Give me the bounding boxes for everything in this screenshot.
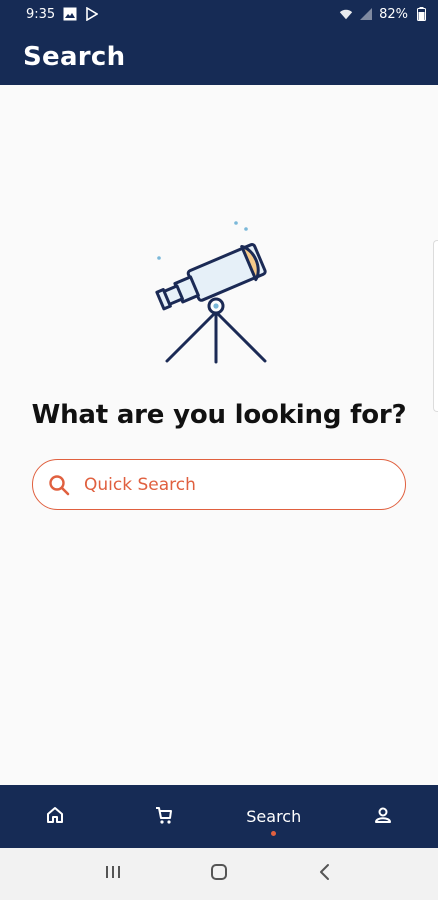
search-input[interactable]	[84, 474, 364, 495]
search-icon	[48, 474, 70, 496]
play-store-icon	[85, 7, 99, 21]
cart-icon	[154, 805, 174, 829]
gallery-icon	[63, 7, 77, 21]
active-indicator	[271, 831, 277, 836]
app-bar: Search	[0, 28, 438, 85]
search-screen	[0, 85, 438, 785]
nav-search-label: Search	[246, 807, 302, 826]
bottom-nav: Search	[0, 785, 438, 848]
recents-icon	[104, 864, 122, 884]
home-button[interactable]	[199, 854, 239, 894]
nav-cart[interactable]	[110, 785, 220, 848]
status-bar: 9:35 82%	[0, 0, 438, 28]
recents-button[interactable]	[93, 854, 133, 894]
battery-icon	[414, 7, 428, 21]
wifi-icon	[339, 7, 353, 21]
home-circle-icon	[210, 863, 228, 885]
back-button[interactable]	[305, 854, 345, 894]
account-icon	[373, 805, 393, 829]
system-navigation-bar	[0, 848, 438, 900]
nav-search[interactable]: Search	[219, 785, 329, 848]
signal-icon	[359, 7, 373, 21]
back-icon	[318, 863, 332, 885]
nav-home[interactable]	[0, 785, 110, 848]
scroll-handle[interactable]	[433, 240, 438, 412]
telescope-icon	[145, 214, 290, 369]
quick-search-box[interactable]	[32, 459, 406, 510]
page-title: Search	[23, 41, 126, 72]
status-time: 9:35	[26, 6, 56, 22]
home-icon	[45, 805, 65, 829]
battery-percent: 82%	[379, 6, 408, 22]
nav-account[interactable]	[329, 785, 438, 848]
headline: What are you looking for?	[31, 400, 407, 430]
